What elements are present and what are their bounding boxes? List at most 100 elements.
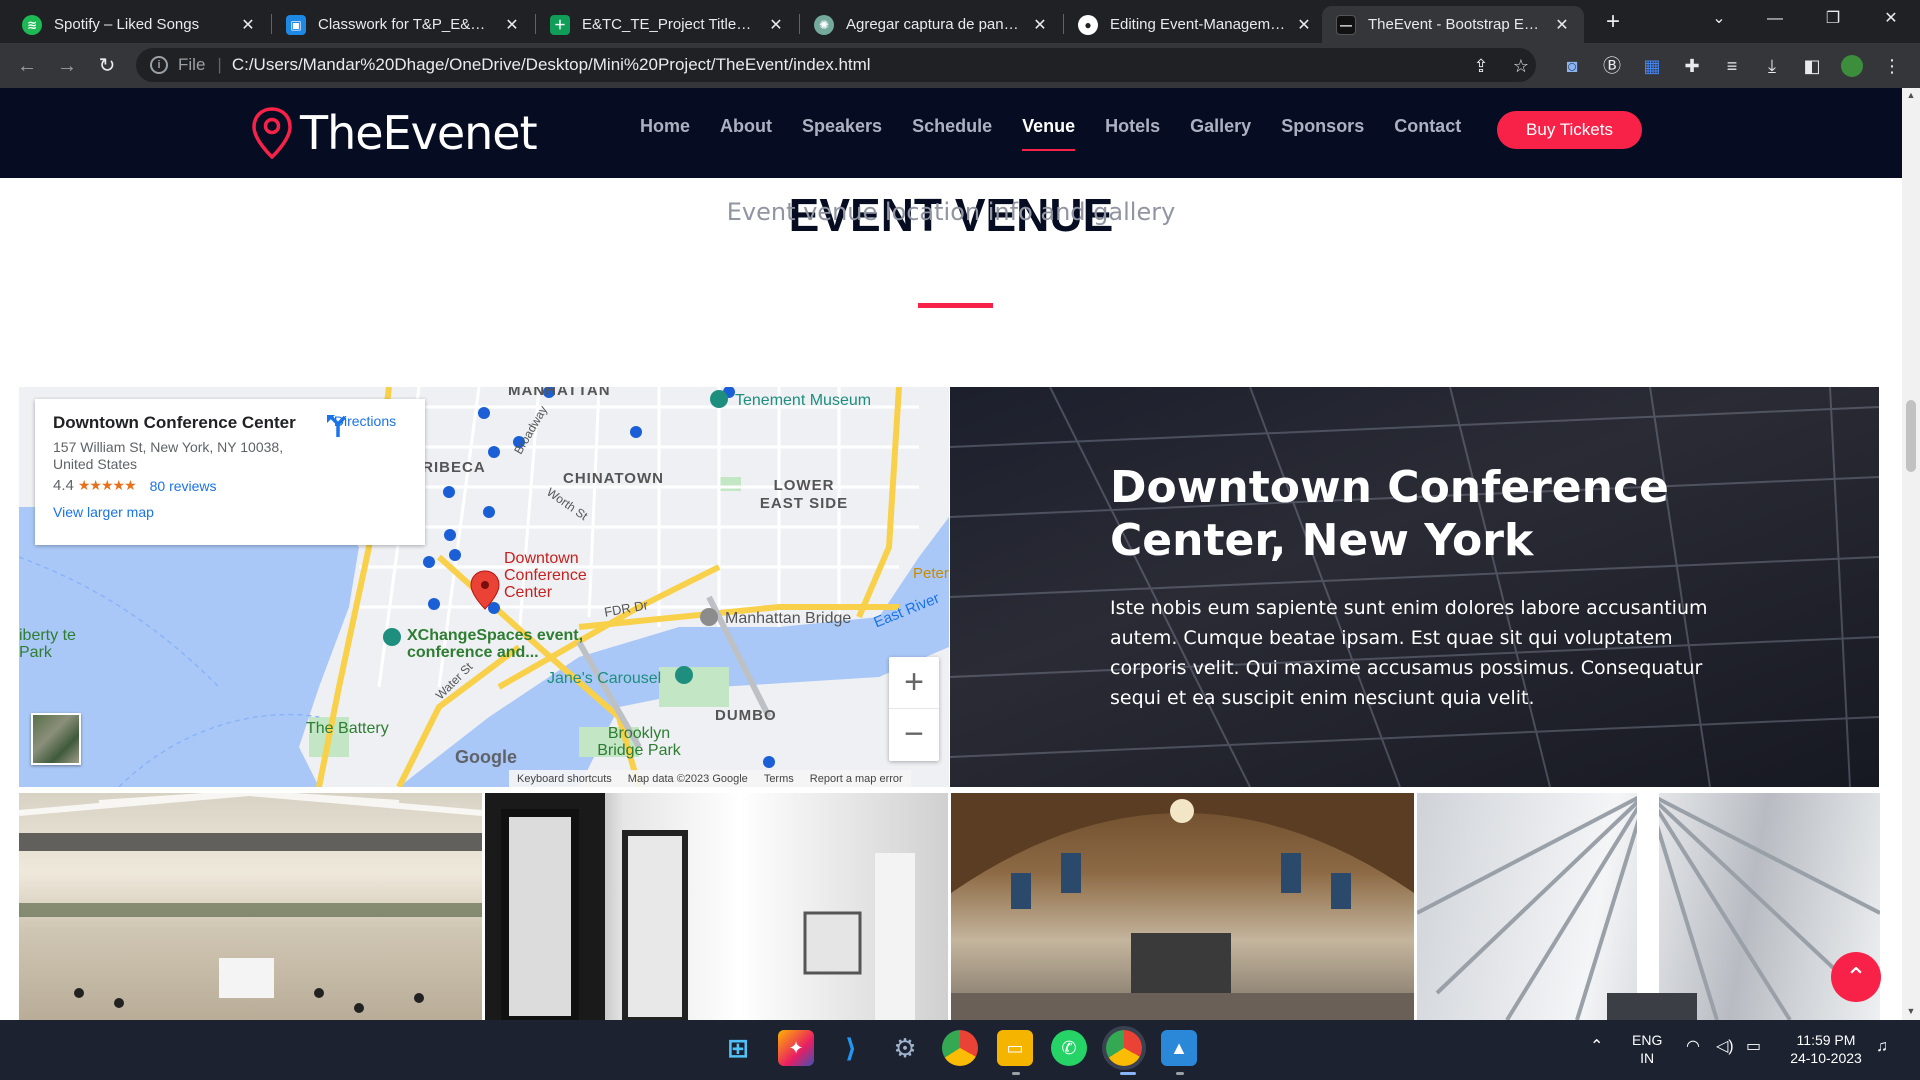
nav-venue[interactable]: Venue: [1022, 116, 1076, 151]
close-window-button[interactable]: ✕: [1876, 4, 1906, 34]
site-header: TheEvenet Home About Speakers Schedule V…: [0, 88, 1902, 178]
page-scrollbar[interactable]: ▲ ▼: [1902, 88, 1920, 1020]
close-icon[interactable]: ✕: [766, 15, 786, 35]
close-icon[interactable]: ✕: [1294, 15, 1314, 35]
page-viewport: TheEvenet Home About Speakers Schedule V…: [0, 88, 1920, 1020]
browser-tab-bar: ≋ Spotify – Liked Songs ✕ ▣ Classwork fo…: [0, 0, 1920, 43]
keyboard-shortcuts-link[interactable]: Keyboard shortcuts: [517, 773, 612, 785]
extensions-puzzle-icon[interactable]: ✚: [1681, 55, 1703, 77]
tab-chatgpt[interactable]: ✺ Agregar captura de pantall ✕: [800, 6, 1062, 43]
tab-theevent[interactable]: — TheEvent - Bootstrap Even ✕: [1322, 6, 1584, 43]
nav-speakers[interactable]: Speakers: [802, 116, 882, 151]
clock[interactable]: 11:59 PM 24-10-2023: [1784, 1031, 1868, 1067]
map-label-the-battery: The Battery: [306, 720, 389, 737]
screen-capture-icon[interactable]: ◙: [1561, 55, 1583, 77]
menu-kebab-icon[interactable]: ⋮: [1881, 55, 1903, 77]
nav-schedule[interactable]: Schedule: [912, 116, 992, 151]
map-label-peter: Peter: [913, 565, 949, 582]
battery-icon[interactable]: ▭: [1746, 1038, 1761, 1056]
scroll-down-icon[interactable]: ▼: [1906, 1006, 1916, 1016]
site-logo[interactable]: TheEvenet: [252, 106, 538, 160]
forward-icon[interactable]: →: [52, 51, 82, 81]
url-input[interactable]: i File | C:/Users/Mandar%20Dhage/OneDriv…: [136, 48, 1536, 82]
rating-stars-icon: ★★★★★: [77, 477, 137, 493]
settings-gear-icon[interactable]: ⚙: [887, 1030, 923, 1066]
section-subtitle: Event venue location info and gallery: [726, 198, 1176, 226]
profile-avatar[interactable]: [1841, 55, 1863, 77]
media-queue-icon[interactable]: ≡: [1721, 55, 1743, 77]
file-explorer-icon[interactable]: ▭: [997, 1030, 1033, 1066]
spotify-icon: ≋: [22, 14, 42, 35]
report-map-error-link[interactable]: Report a map error: [810, 773, 903, 785]
directions-icon: [327, 415, 347, 437]
satellite-layer-toggle[interactable]: [31, 713, 81, 765]
tab-classroom[interactable]: ▣ Classwork for T&P_E&TC_2 ✕: [272, 6, 534, 43]
vscode-icon[interactable]: ⟩: [833, 1030, 869, 1066]
zoom-out-button[interactable]: −: [889, 709, 939, 761]
map-data-attribution: Map data ©2023 Google: [627, 772, 748, 785]
venue-gallery-image-4[interactable]: [1417, 793, 1880, 1020]
chrome-icon[interactable]: [942, 1030, 978, 1066]
back-to-top-button[interactable]: ⌃: [1831, 952, 1881, 1002]
extension-counter-icon[interactable]: ▦: [1641, 55, 1663, 77]
side-panel-icon[interactable]: ◧: [1801, 55, 1823, 77]
chatgpt-icon: ✺: [814, 14, 834, 35]
nav-hotels[interactable]: Hotels: [1105, 116, 1160, 151]
map-label-manhattan-bridge: Manhattan Bridge: [725, 610, 852, 627]
map-label-venue: Downtown Conference Center: [504, 550, 587, 601]
location-pin-icon: [252, 107, 292, 159]
notification-bell-icon[interactable]: ♫: [1876, 1038, 1888, 1056]
minimize-button[interactable]: —: [1760, 4, 1790, 34]
oculus-interior-image: [19, 793, 482, 1013]
nav-contact[interactable]: Contact: [1394, 116, 1461, 151]
tab-spotify[interactable]: ≋ Spotify – Liked Songs ✕: [8, 6, 270, 43]
scroll-up-icon[interactable]: ▲: [1906, 90, 1916, 100]
map-label-liberty-park: iberty te Park: [19, 627, 76, 661]
view-larger-map-link[interactable]: View larger map: [53, 504, 407, 520]
close-icon[interactable]: ✕: [502, 15, 522, 35]
download-icon[interactable]: ⤓: [1761, 55, 1783, 77]
chrome-active-icon[interactable]: [1106, 1030, 1142, 1066]
copilot-pre-icon[interactable]: ✦: [778, 1030, 814, 1066]
buy-tickets-button[interactable]: Buy Tickets: [1497, 111, 1642, 149]
scrollbar-thumb[interactable]: [1906, 400, 1916, 472]
photos-icon[interactable]: ▲: [1161, 1030, 1197, 1066]
directions-button[interactable]: Directions: [325, 413, 405, 437]
wifi-icon[interactable]: ◠: [1686, 1038, 1700, 1056]
whatsapp-icon[interactable]: ✆: [1051, 1030, 1087, 1066]
terms-link[interactable]: Terms: [764, 773, 794, 785]
tab-github[interactable]: ● Editing Event-Managemen ✕: [1064, 6, 1326, 43]
venue-gallery-image-2[interactable]: [485, 793, 948, 1020]
nav-about[interactable]: About: [720, 116, 772, 151]
nav-sponsors[interactable]: Sponsors: [1281, 116, 1364, 151]
map-reviews-link[interactable]: 80 reviews: [150, 478, 217, 494]
map-rating: 4.4 ★★★★★ 80 reviews: [53, 477, 217, 494]
back-icon[interactable]: ←: [12, 51, 42, 81]
bookmark-star-icon[interactable]: ☆: [1510, 55, 1532, 77]
close-icon[interactable]: ✕: [1030, 15, 1050, 35]
venue-gallery-image-3[interactable]: [951, 793, 1414, 1020]
tab-sheets[interactable]: ＋ E&TC_TE_Project Titles - Gc ✕: [536, 6, 798, 43]
venue-heading: Downtown Conference Center, New York: [1110, 462, 1669, 566]
close-icon[interactable]: ✕: [238, 15, 258, 35]
map-label-chinatown: CHINATOWN: [563, 470, 664, 487]
info-icon[interactable]: i: [150, 56, 168, 74]
venue-description: Iste nobis eum sapiente sunt enim dolore…: [1110, 597, 1708, 709]
venue-map[interactable]: MANHATTAN TRIBECA CHINATOWN LOWER EAST S…: [19, 387, 949, 787]
extension-b-icon[interactable]: Ⓑ: [1601, 55, 1623, 77]
nav-home[interactable]: Home: [640, 116, 690, 151]
windows-start-icon[interactable]: ⊞: [720, 1030, 756, 1066]
language-indicator[interactable]: ENG IN: [1632, 1031, 1662, 1067]
restore-button[interactable]: ❐: [1818, 4, 1848, 34]
new-tab-button[interactable]: +: [1598, 8, 1628, 38]
reload-icon[interactable]: ↻: [92, 51, 122, 81]
volume-icon[interactable]: ◁): [1716, 1038, 1734, 1056]
tray-overflow-icon[interactable]: ⌃: [1590, 1038, 1603, 1056]
tab-search-icon[interactable]: ⌄: [1704, 4, 1734, 34]
close-icon[interactable]: ✕: [1552, 15, 1572, 35]
share-icon[interactable]: ⇪: [1470, 55, 1492, 77]
venue-gallery-image-1[interactable]: [19, 793, 482, 1020]
zoom-in-button[interactable]: +: [889, 657, 939, 709]
nav-gallery[interactable]: Gallery: [1190, 116, 1251, 151]
grand-hall-image: [951, 793, 1414, 1020]
